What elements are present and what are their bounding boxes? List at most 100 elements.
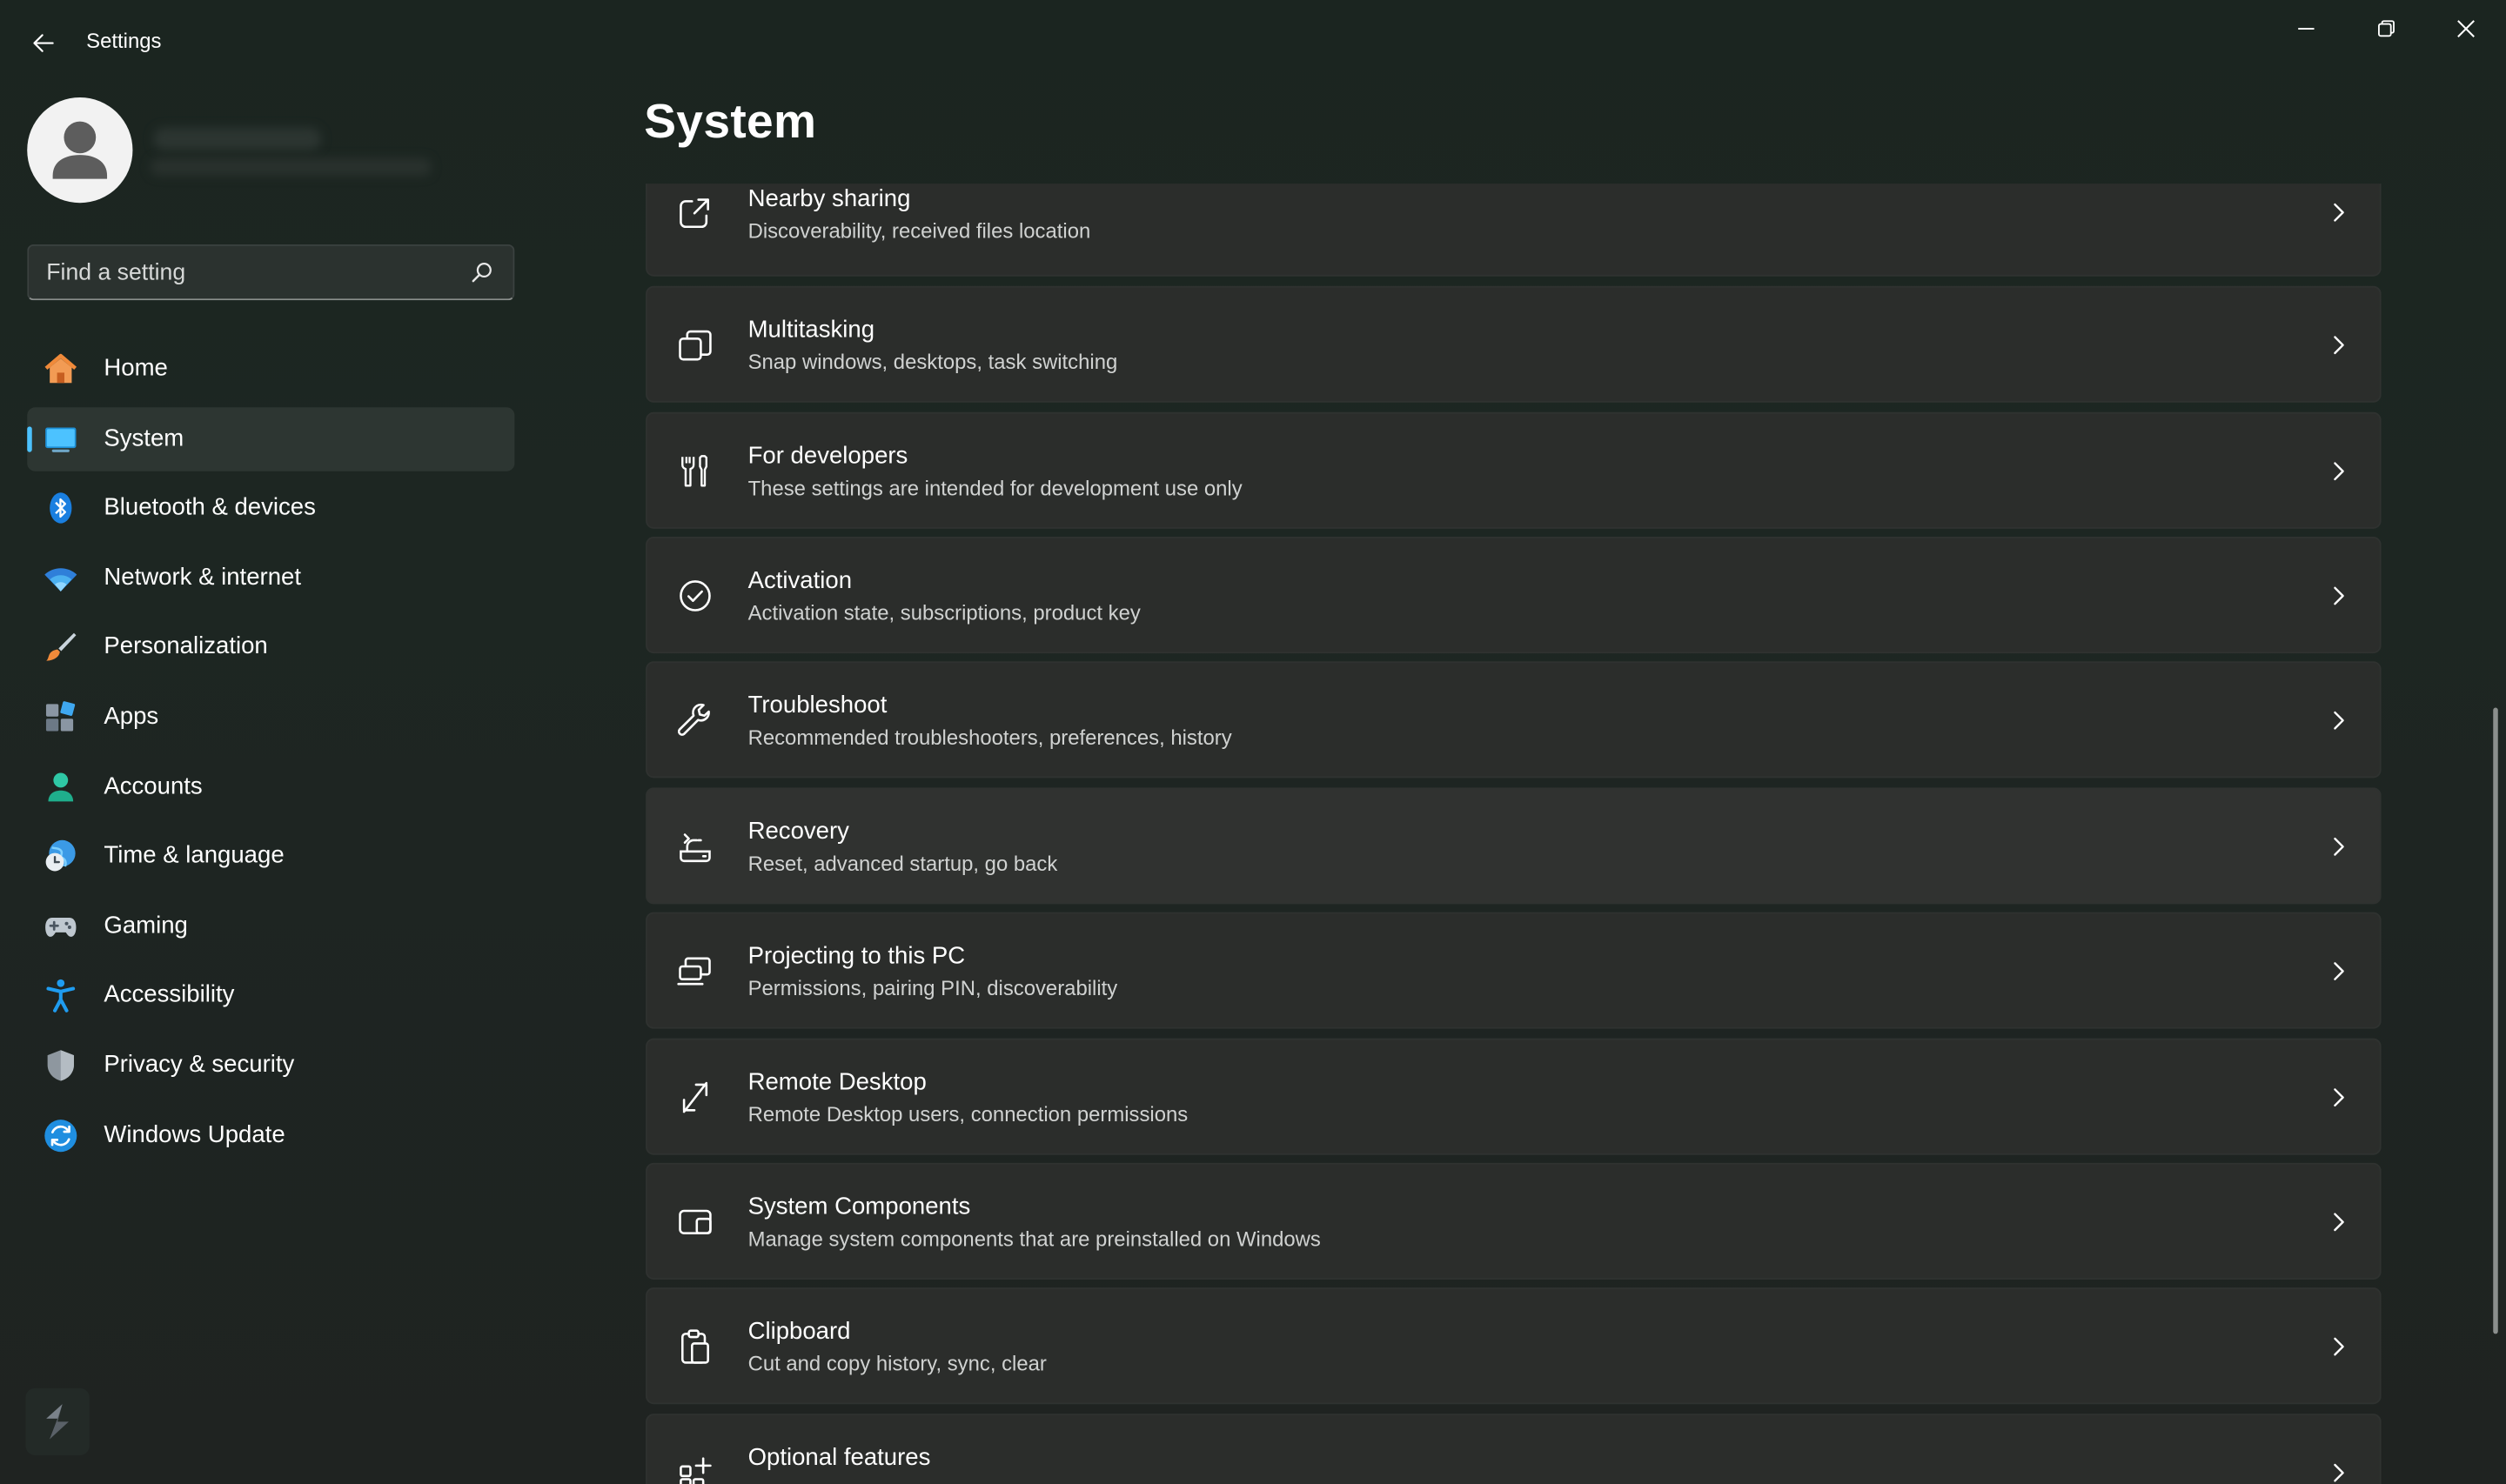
card-subtitle: Permissions, pairing PIN, discoverabilit… xyxy=(747,976,1118,1000)
recovery-icon xyxy=(680,833,711,863)
close-icon xyxy=(2457,20,2475,37)
search-input[interactable] xyxy=(46,245,446,299)
card-remote-desktop[interactable]: Remote Desktop Remote Desktop users, con… xyxy=(646,1038,2382,1155)
minimize-icon xyxy=(2298,28,2315,30)
system-icon xyxy=(45,426,77,452)
sidebar-item-label: Accounts xyxy=(104,772,203,800)
sidebar-item-label: Apps xyxy=(104,702,159,731)
close-button[interactable] xyxy=(2429,6,2503,50)
app-title: Settings xyxy=(86,29,162,53)
update-icon xyxy=(44,1119,77,1152)
card-title: Multitasking xyxy=(747,316,875,344)
card-subtitle: Activation state, subscriptions, product… xyxy=(747,600,1141,625)
card-subtitle: Recommended troubleshooters, preferences… xyxy=(747,725,1232,750)
sidebar-item-apps[interactable]: Apps xyxy=(27,685,514,749)
back-button[interactable] xyxy=(23,23,64,64)
sidebar-item-gaming[interactable]: Gaming xyxy=(27,894,514,958)
card-system-components[interactable]: System Components Manage system componen… xyxy=(646,1162,2382,1280)
check-circle-icon xyxy=(680,580,711,612)
card-subtitle: Cut and copy history, sync, clear xyxy=(747,1351,1047,1376)
developer-tools-icon xyxy=(681,455,708,487)
remote-desktop-icon xyxy=(682,1081,708,1113)
card-title: System Components xyxy=(747,1193,971,1221)
card-title: Projecting to this PC xyxy=(747,942,966,970)
accessibility-icon xyxy=(46,979,76,1013)
time-language-icon xyxy=(45,840,76,872)
sidebar-item-label: Privacy & security xyxy=(104,1051,295,1079)
bluetooth-icon xyxy=(50,492,72,524)
card-title: For developers xyxy=(747,442,908,470)
chevron-right-icon xyxy=(2334,586,2344,605)
wrench-icon xyxy=(677,703,710,736)
sidebar-item-label: Accessibility xyxy=(104,981,235,1009)
settings-window: Settings Find a setting Home System Blue… xyxy=(0,0,2506,1484)
settings-list: Nearby sharing Discoverability, received… xyxy=(646,184,2382,1484)
card-subtitle: Discoverability, received files location xyxy=(747,218,1091,244)
user-avatar-icon xyxy=(52,121,108,179)
minimize-button[interactable] xyxy=(2269,6,2342,50)
sidebar-item-label: Personalization xyxy=(104,632,268,661)
card-subtitle: Reset, advanced startup, go back xyxy=(747,851,1058,876)
card-subtitle: Snap windows, desktops, task switching xyxy=(747,350,1118,374)
apps-icon xyxy=(45,701,76,732)
avatar[interactable] xyxy=(27,97,133,204)
sidebar-item-system[interactable]: System xyxy=(27,406,515,471)
card-title: Nearby sharing xyxy=(747,185,911,213)
card-recovery[interactable]: Recovery Reset, advanced startup, go bac… xyxy=(646,787,2382,905)
chevron-right-icon xyxy=(2334,1463,2344,1482)
chevron-right-icon xyxy=(2334,203,2344,222)
chevron-right-icon xyxy=(2334,1213,2344,1232)
sidebar-item-network-internet[interactable]: Network & internet xyxy=(27,546,514,610)
card-troubleshoot[interactable]: Troubleshoot Recommended troubleshooters… xyxy=(646,661,2382,779)
chevron-right-icon xyxy=(2334,336,2344,355)
card-optional-features[interactable]: Optional features xyxy=(646,1414,2382,1484)
card-projecting-to-this-pc[interactable]: Projecting to this PC Permissions, pairi… xyxy=(646,912,2382,1029)
system-components-icon xyxy=(679,1209,712,1234)
optional-features-icon xyxy=(680,1457,712,1484)
sidebar-item-label: System xyxy=(104,424,184,451)
sidebar-item-accessibility[interactable]: Accessibility xyxy=(27,964,514,1027)
search-icon[interactable] xyxy=(470,260,494,284)
card-nearby-sharing[interactable]: Nearby sharing Discoverability, received… xyxy=(646,184,2382,277)
projecting-icon xyxy=(677,957,711,986)
scrollbar-thumb[interactable] xyxy=(2493,707,2498,1334)
card-title: Troubleshoot xyxy=(747,692,888,719)
page-title: System xyxy=(644,96,817,149)
card-subtitle: These settings are intended for developm… xyxy=(747,476,1243,500)
sidebar-item-label: Network & internet xyxy=(104,563,302,592)
chevron-right-icon xyxy=(2334,1337,2344,1356)
card-multitasking[interactable]: Multitasking Snap windows, desktops, tas… xyxy=(646,285,2382,403)
card-title: Clipboard xyxy=(747,1318,851,1346)
card-clipboard[interactable]: Clipboard Cut and copy history, sync, cl… xyxy=(646,1287,2382,1405)
chevron-right-icon xyxy=(2334,1088,2344,1106)
sidebar-item-time-language[interactable]: Time & language xyxy=(27,825,514,888)
card-title: Recovery xyxy=(747,818,849,846)
sidebar-item-label: Home xyxy=(104,354,168,382)
search-box[interactable] xyxy=(27,244,515,301)
sidebar-item-accounts[interactable]: Accounts xyxy=(27,755,514,819)
chevron-right-icon xyxy=(2334,462,2344,481)
sidebar-item-privacy-security[interactable]: Privacy & security xyxy=(27,1033,514,1097)
brush-icon xyxy=(46,633,77,662)
sidebar-item-home[interactable]: Home xyxy=(27,337,514,400)
sidebar-item-label: Time & language xyxy=(104,842,285,870)
sidebar-item-label: Windows Update xyxy=(104,1120,285,1148)
card-subtitle: Remote Desktop users, connection permiss… xyxy=(747,1102,1189,1126)
sidebar-item-label: Bluetooth & devices xyxy=(104,493,316,522)
gamepad-icon xyxy=(45,917,77,937)
restore-button[interactable] xyxy=(2349,6,2422,50)
sidebar-item-bluetooth-devices[interactable]: Bluetooth & devices xyxy=(27,477,514,540)
chevron-right-icon xyxy=(2334,711,2344,730)
accounts-icon xyxy=(48,772,74,801)
card-for-developers[interactable]: For developers These settings are intend… xyxy=(646,411,2382,529)
wifi-icon xyxy=(44,567,77,592)
multitasking-icon xyxy=(679,330,712,361)
corner-app-button[interactable] xyxy=(25,1387,90,1455)
card-activation[interactable]: Activation Activation state, subscriptio… xyxy=(646,537,2382,654)
shield-icon xyxy=(47,1050,74,1081)
sidebar-item-windows-update[interactable]: Windows Update xyxy=(27,1103,514,1166)
sidebar-item-personalization[interactable]: Personalization xyxy=(27,616,514,679)
card-subtitle: Manage system components that are preins… xyxy=(747,1227,1321,1251)
chevron-right-icon xyxy=(2334,837,2344,856)
selection-indicator xyxy=(27,425,32,451)
